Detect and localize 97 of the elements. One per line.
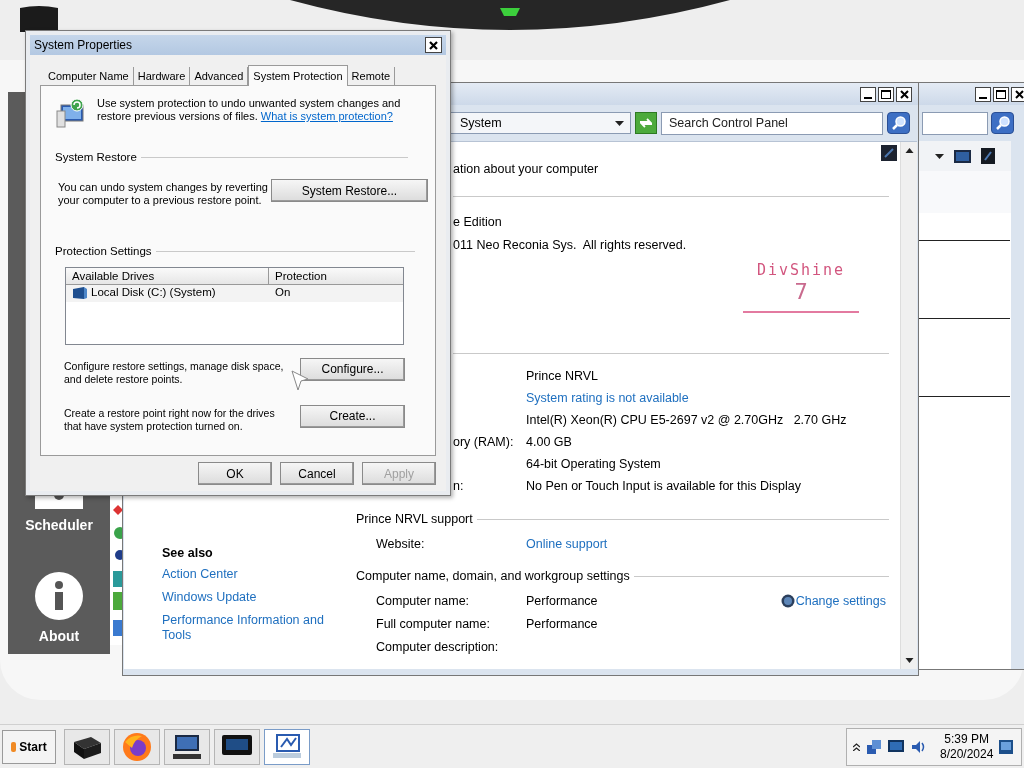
close-icon — [899, 89, 909, 99]
refresh-icon — [638, 117, 654, 129]
dialog-button[interactable]: Cancel — [280, 462, 354, 485]
dialog-button[interactable]: OK — [198, 462, 272, 485]
taskbar-button[interactable] — [264, 728, 310, 765]
maximize-icon — [996, 89, 1006, 99]
page-description: ation about your computer — [453, 161, 600, 178]
search-icon — [890, 115, 907, 131]
taskbar-button[interactable] — [64, 728, 110, 765]
dropdown-icon[interactable] — [615, 120, 624, 126]
monitor-icon[interactable] — [954, 149, 971, 163]
help-icon[interactable] — [881, 145, 897, 161]
logo-name: DivShine — [756, 261, 846, 279]
see-also-link[interactable]: Action Center — [162, 567, 332, 585]
dialog-button[interactable]: System Restore... — [271, 179, 428, 203]
section-heading: Protection Settings — [55, 244, 152, 260]
fox-globe-icon — [122, 731, 152, 762]
dropdown-icon[interactable] — [935, 153, 944, 159]
chevron-up-icon[interactable] — [853, 742, 860, 751]
minimize-icon — [864, 96, 872, 99]
action-description: Create a restore point right now for the drives that have system protection turned on. — [64, 405, 276, 433]
column-header[interactable]: Protection — [269, 267, 403, 284]
info-value: 4.00 GB — [526, 434, 572, 451]
change-settings-link[interactable]: Change settings — [795, 589, 886, 613]
close-button[interactable] — [425, 37, 442, 53]
info-value: Performance — [526, 592, 598, 610]
network-icon[interactable] — [866, 738, 882, 755]
restore-description: You can undo system changes by reverting your computer to a previous restore point. — [58, 180, 269, 208]
computer-icon — [171, 732, 203, 761]
column-header[interactable]: Available Drives — [66, 267, 269, 284]
edition-text: e Edition — [453, 214, 503, 231]
logo-version: 7 — [794, 279, 808, 305]
intro-text: Use system protection to undo unwanted system changes and restore previous versions of files. What is system protection? — [97, 97, 402, 124]
action-description: Configure restore settings, manage disk space, and delete restore points. — [64, 358, 285, 386]
address-text: System — [460, 114, 502, 132]
info-label: Computer name: — [376, 592, 471, 610]
section-heading: Computer name, domain, and workgroup settings — [356, 567, 630, 585]
cursor-icon — [291, 370, 309, 392]
search-icon — [994, 115, 1011, 131]
see-also-link[interactable]: Windows Update — [162, 590, 332, 608]
close-button[interactable] — [1011, 86, 1024, 102]
computer-settings-icon — [271, 732, 303, 761]
close-button[interactable] — [896, 86, 912, 102]
clock-time[interactable]: 5:39 PM — [944, 731, 990, 747]
search-button[interactable] — [991, 112, 1014, 134]
tab[interactable]: System Protection — [248, 65, 348, 86]
close-icon — [429, 40, 438, 50]
minimize-button[interactable] — [860, 86, 876, 102]
copyright-text: 011 Neo Reconia Sys. All rights reserved. — [453, 237, 688, 254]
see-also-link[interactable]: Performance Information and Tools — [162, 613, 332, 643]
clock-date[interactable]: 8/20/2024 — [940, 746, 994, 762]
info-value: Intel(R) Xeon(R) CPU E5-2697 v2 @ 2.70GHz 2.70 GHz — [526, 412, 847, 429]
info-icon[interactable] — [35, 572, 83, 620]
dialog-button[interactable]: Configure... — [300, 357, 405, 381]
minimize-icon — [979, 96, 987, 99]
protection-status: On — [274, 285, 291, 301]
shield-globe-icon — [780, 594, 795, 608]
info-label: Computer description: — [376, 638, 500, 656]
search-button[interactable] — [887, 112, 910, 134]
info-label: n: — [453, 479, 464, 493]
maximize-icon — [881, 89, 891, 99]
info-value: 64-bit Operating System — [526, 456, 661, 473]
section-heading: Prince NRVL support — [356, 511, 473, 528]
drive-icon — [72, 286, 88, 300]
close-icon — [1014, 89, 1024, 99]
minimize-button[interactable] — [975, 86, 991, 102]
start-button[interactable]: Start — [2, 729, 56, 764]
monitor-icon[interactable] — [888, 740, 904, 753]
maximize-button[interactable] — [993, 86, 1009, 102]
computer-shield-icon — [55, 97, 87, 129]
scrollbar[interactable] — [900, 142, 917, 669]
section-heading: System Restore — [55, 150, 137, 165]
info-label: Full computer name: — [376, 615, 491, 633]
search-placeholder: Search Control Panel — [669, 114, 788, 132]
info-value: Performance — [526, 615, 598, 633]
show-desktop-icon[interactable] — [999, 739, 1014, 754]
help-link[interactable]: What is system protection? — [260, 110, 393, 122]
window-title: System Properties — [34, 37, 133, 54]
info-value: Prince NRVL — [526, 368, 599, 385]
taskbar-button[interactable] — [164, 728, 210, 765]
taskbar-button[interactable] — [214, 728, 260, 765]
drive-name: Local Disk (C:) (System) — [91, 285, 216, 301]
search-field[interactable] — [922, 111, 988, 135]
see-also-heading: See also — [162, 545, 214, 562]
cylinder-drawing — [20, 6, 58, 32]
info-link[interactable]: Online support — [526, 532, 608, 555]
info-value: No Pen or Touch Input is available for this Display — [526, 478, 801, 495]
info-label: ory (RAM): — [453, 435, 514, 449]
search-field[interactable]: Search Control Panel — [661, 111, 883, 135]
info-label: Website: — [376, 535, 426, 553]
maximize-button[interactable] — [878, 86, 894, 102]
side-panel-label[interactable]: About — [38, 626, 80, 647]
side-panel-label[interactable]: Scheduler — [25, 515, 93, 536]
tablet-icon[interactable] — [981, 148, 995, 164]
refresh-button[interactable] — [635, 112, 657, 134]
dialog-button[interactable]: Create... — [300, 404, 405, 428]
info-link[interactable]: System rating is not available — [526, 387, 689, 409]
